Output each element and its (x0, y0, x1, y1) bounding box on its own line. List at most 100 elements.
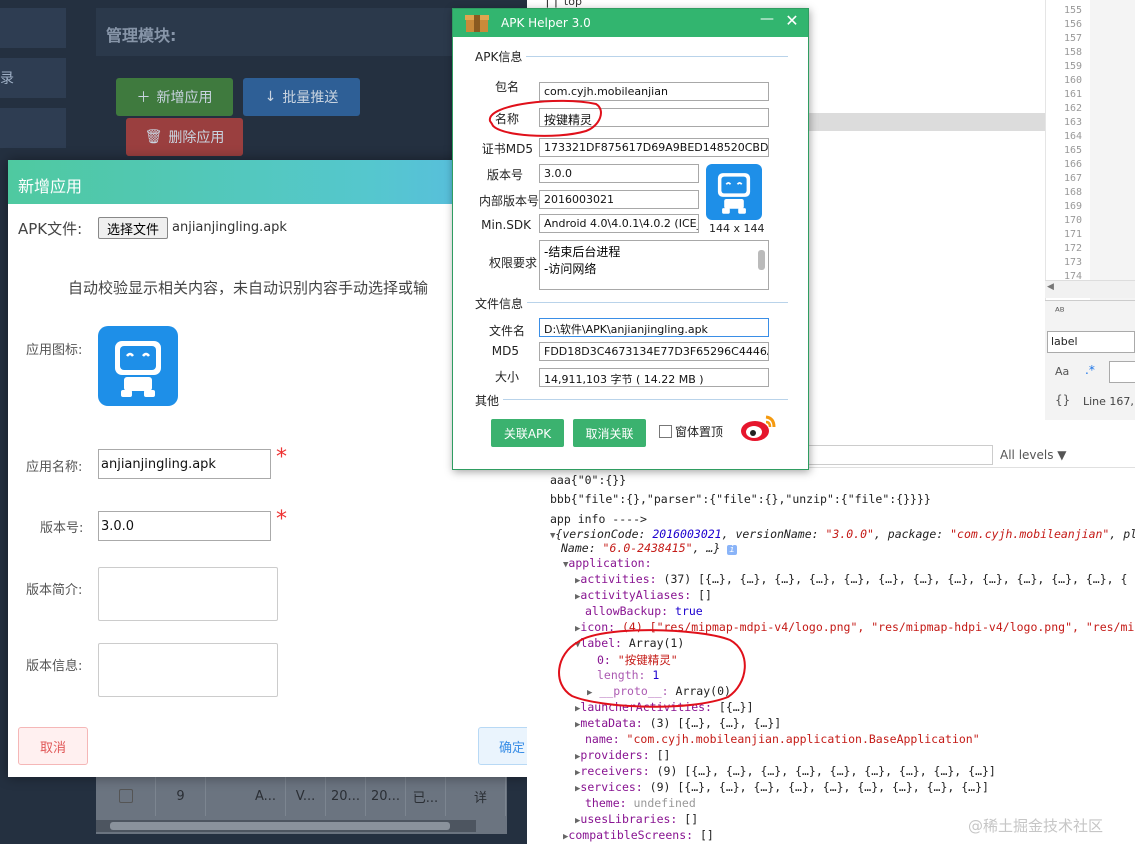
line-number: 163 (1064, 117, 1083, 128)
inner-version-label: 内部版本号 (478, 194, 539, 208)
log-levels-dropdown[interactable]: All levels ▼ (1000, 448, 1067, 462)
table-cell: 已... (406, 776, 446, 816)
topmost-checkbox[interactable] (659, 425, 672, 438)
case-icon[interactable]: ᴬᴮ (1055, 305, 1065, 318)
sidebar-item-1[interactable] (0, 8, 66, 48)
console-line: bbb{"file":{},"parser":{"file":{},"unzip… (550, 492, 931, 506)
table-scrollbar-thumb[interactable] (110, 822, 450, 830)
required-mark: * (276, 507, 287, 532)
cert-md5-field[interactable]: 173321DF875617D69A9BED148520CBDB (539, 138, 769, 157)
version-label: 版本号 (486, 168, 523, 182)
tree-node-activities[interactable]: ▶activities: (37) [{…}, {…}, {…}, {…}, {… (575, 572, 1127, 586)
md5-field[interactable]: FDD18D3C4673134E77D3F65296C4446A (539, 342, 769, 361)
line-number: 158 (1064, 47, 1083, 58)
source-editor-area (1090, 0, 1135, 300)
tree-node-providers[interactable]: ▶providers: [] (575, 748, 670, 762)
permission-item: -结束后台进程 (544, 245, 621, 259)
tree-node-proto[interactable]: ▶ __proto__: Array(0) (587, 684, 731, 698)
min-sdk-label: Min.SDK (481, 218, 531, 232)
cancel-button[interactable]: 取消 (18, 727, 88, 765)
size-field[interactable]: 14,911,103 字节 ( 14.22 MB ) (539, 368, 769, 387)
app-name-input[interactable]: anjianjingling.apk (98, 449, 271, 479)
line-number: 162 (1064, 103, 1083, 114)
sidebar-item-2[interactable]: 录 (0, 58, 66, 98)
apk-file-label: APK文件: (18, 220, 83, 238)
details-button[interactable]: 详 (456, 776, 506, 816)
batch-push-button[interactable]: ↓ 批量推送 (243, 78, 360, 116)
collapsed-triangle-icon[interactable]: ▶ (587, 688, 592, 698)
info-icon[interactable]: i (727, 545, 737, 555)
version-input[interactable]: 3.0.0 (98, 511, 271, 541)
tree-node-application[interactable]: ▼application: (563, 556, 652, 570)
confirm-button[interactable]: 确定 (478, 727, 528, 765)
unlink-button[interactable]: 取消关联 (573, 419, 646, 447)
search-input[interactable]: label (1047, 331, 1135, 353)
permissions-list[interactable]: -结束后台进程 -访问网络 (539, 240, 769, 290)
robot-app-icon (98, 326, 178, 406)
braces-icon[interactable]: {} (1055, 393, 1070, 407)
tree-node-services[interactable]: ▶services: (9) [{…}, {…}, {…}, {…}, {…},… (575, 780, 989, 794)
horizontal-scrollbar[interactable]: ◀ (1045, 280, 1135, 298)
topmost-label: 窗体置顶 (675, 425, 724, 439)
section-apk-info: APK信息 (475, 48, 527, 65)
scroll-left-icon[interactable]: ◀ (1047, 282, 1054, 292)
apk-helper-title: APK Helper 3.0 (501, 16, 591, 30)
line-col-status: Line 167, (1083, 395, 1134, 408)
sidebar-item-3[interactable] (0, 108, 66, 148)
add-app-button[interactable]: ＋ 新增应用 (116, 78, 233, 116)
permissions-label: 权限要求 (488, 256, 537, 270)
tree-node-compatible-screens[interactable]: ▶compatibleScreens: [] (563, 828, 714, 842)
package-field[interactable]: com.cyjh.mobileanjian (539, 82, 769, 101)
apk-helper-window: APK Helper 3.0 — ✕ APK信息 包名 com.cyjh.mob… (452, 8, 809, 470)
add-app-modal: 新增应用 APK文件: 选择文件 anjianjingling.apk 自动校验… (8, 160, 528, 777)
frame-selector[interactable]: ▏▏top (547, 0, 582, 8)
line-number: 173 (1064, 257, 1083, 268)
app-icon-label: 应用图标: (26, 343, 83, 358)
tree-node-metadata[interactable]: ▶metaData: (3) [{…}, {…}, {…}] (575, 716, 781, 730)
choose-file-button[interactable]: 选择文件 (98, 217, 168, 239)
weibo-icon[interactable] (739, 411, 779, 445)
min-sdk-field[interactable]: Android 4.0\4.0.1\4.0.2 (ICE_C (539, 214, 699, 233)
delete-app-button[interactable]: 🗑 删除应用 (126, 118, 243, 156)
permission-item: -访问网络 (544, 262, 597, 276)
minimize-icon[interactable]: — (756, 11, 778, 33)
close-icon[interactable]: ✕ (781, 11, 803, 33)
tree-node-icon[interactable]: ▶icon: (4) ["res/mipmap-mdpi-v4/logo.png… (575, 620, 1135, 634)
batch-push-label: 批量推送 (282, 90, 339, 106)
size-label: 大小 (494, 370, 519, 384)
match-case-icon[interactable]: Aa (1055, 365, 1069, 378)
version-field[interactable]: 3.0.0 (539, 164, 699, 183)
permissions-scrollbar[interactable] (758, 250, 765, 270)
console-filter-input[interactable] (808, 445, 993, 465)
module-header-title: 管理模块: (106, 26, 177, 45)
section-divider (503, 399, 788, 400)
version-summary-textarea[interactable] (98, 567, 278, 621)
required-mark: * (276, 445, 287, 470)
tree-node-allow-backup: allowBackup: true (585, 604, 703, 618)
line-number: 155 (1064, 5, 1083, 16)
tree-node-length: length: 1 (597, 668, 660, 682)
version-label: 版本号: (40, 521, 84, 536)
line-number: 164 (1064, 131, 1083, 142)
icon-size-text: 144 x 144 (709, 222, 765, 235)
tree-node-name: name: "com.cyjh.mobileanjian.application… (585, 732, 980, 746)
console-object-summary[interactable]: ▼{versionCode: 2016003021, versionName: … (550, 527, 1135, 541)
line-number: 170 (1064, 215, 1083, 226)
filename-field[interactable]: D:\软件\APK\anjianjingling.apk (539, 318, 769, 337)
line-number: 165 (1064, 145, 1083, 156)
tree-node-label[interactable]: ▼label: Array(1) (575, 636, 684, 650)
source-line-gutter: 155 156 157 158 159 160 161 162 163 164 … (1045, 0, 1090, 300)
link-apk-button[interactable]: 关联APK (491, 419, 564, 447)
app-name-field[interactable]: 按键精灵 (539, 108, 769, 127)
tree-node-uses-libraries[interactable]: ▶usesLibraries: [] (575, 812, 698, 826)
line-number: 159 (1064, 61, 1083, 72)
version-info-textarea[interactable] (98, 643, 278, 697)
apk-helper-titlebar[interactable]: APK Helper 3.0 — ✕ (453, 9, 808, 37)
regex-icon[interactable]: .* (1085, 363, 1095, 377)
inner-version-field[interactable]: 2016003021 (539, 190, 699, 209)
tree-node-launcher-activities[interactable]: ▶launcherActivities: [{…}] (575, 700, 754, 714)
row-checkbox[interactable] (96, 776, 156, 816)
tree-node-receivers[interactable]: ▶receivers: (9) [{…}, {…}, {…}, {…}, {…}… (575, 764, 996, 778)
replace-input[interactable] (1109, 361, 1135, 383)
tree-node-activity-aliases[interactable]: ▶activityAliases: [] (575, 588, 712, 602)
